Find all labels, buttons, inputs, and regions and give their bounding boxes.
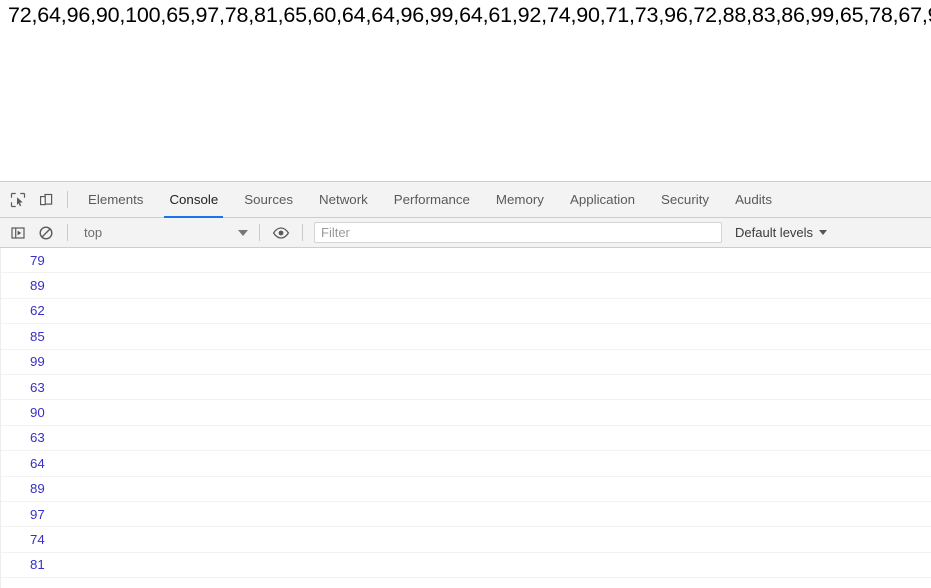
console-message-row: 85: [1, 324, 931, 350]
devtools-tabbar: Elements Console Sources Network Perform…: [0, 182, 931, 218]
console-toolbar-divider-2: [259, 224, 260, 241]
tab-security[interactable]: Security: [648, 182, 722, 218]
console-toolbar-divider-1: [67, 224, 68, 241]
tab-elements[interactable]: Elements: [75, 182, 156, 218]
live-expression-eye-icon[interactable]: [267, 219, 295, 247]
console-message-row: 74: [1, 527, 931, 553]
console-sidebar-icon[interactable]: [4, 219, 32, 247]
tab-label: Memory: [495, 192, 544, 207]
console-message-value: 62: [30, 303, 45, 319]
console-message-value: 90: [30, 405, 45, 421]
console-message-row: 63: [1, 375, 931, 401]
console-message-row: 99: [1, 350, 931, 375]
chevron-down-icon: [238, 229, 248, 236]
console-message-row: 79: [1, 248, 931, 274]
console-message-value: 89: [30, 278, 45, 294]
tab-label: Sources: [244, 192, 294, 207]
console-message-row: 81: [1, 553, 931, 579]
console-log-levels-label: Default levels: [735, 225, 814, 240]
console-message-row: 63: [1, 426, 931, 452]
tab-sources[interactable]: Sources: [231, 182, 306, 218]
tab-label: Application: [569, 192, 636, 207]
console-message-row: 90: [1, 400, 931, 426]
console-message-row: 89: [1, 273, 931, 299]
console-toolbar-divider-3: [302, 224, 303, 241]
console-log-levels-dropdown[interactable]: Default levels: [730, 222, 832, 244]
console-message-list[interactable]: 79 89 62 85 99 63 90 63 64 89 97 74 81: [0, 248, 931, 588]
page-number-sequence-text: 72,64,96,90,100,65,97,78,81,65,60,64,64,…: [8, 3, 931, 27]
console-message-value: 79: [30, 252, 45, 268]
console-message-row: 62: [1, 299, 931, 325]
tab-label: Security: [661, 192, 710, 207]
console-message-value: 63: [30, 430, 45, 446]
clear-console-icon[interactable]: [32, 219, 60, 247]
console-message-row: 89: [1, 477, 931, 502]
toolbar-divider: [67, 191, 68, 208]
tab-audits[interactable]: Audits: [722, 182, 785, 218]
device-toolbar-icon[interactable]: [32, 186, 60, 214]
tab-application[interactable]: Application: [557, 182, 648, 218]
tab-network[interactable]: Network: [306, 182, 381, 218]
console-message-value: 74: [30, 531, 45, 547]
chevron-down-icon: [819, 230, 828, 235]
console-filter-toolbar: top Default levels: [0, 218, 931, 248]
devtools-panel: Elements Console Sources Network Perform…: [0, 181, 931, 588]
console-message-value: 64: [30, 455, 45, 471]
tab-label: Audits: [735, 192, 773, 207]
tab-label: Elements: [88, 192, 144, 207]
inspect-element-icon[interactable]: [4, 186, 32, 214]
tab-performance[interactable]: Performance: [381, 182, 483, 218]
tab-label: Network: [319, 192, 368, 207]
console-context-label: top: [84, 225, 103, 240]
console-message-value: 63: [30, 379, 45, 395]
console-message-value: 89: [30, 481, 45, 497]
tab-label: Performance: [393, 192, 470, 207]
console-message-value: 81: [30, 557, 45, 573]
console-context-dropdown[interactable]: top: [77, 222, 252, 244]
console-message-row: 97: [1, 502, 931, 528]
console-message-value: 99: [30, 354, 45, 370]
console-filter-input[interactable]: [314, 222, 722, 243]
console-message-value: 97: [30, 506, 45, 522]
console-message-row: 64: [1, 451, 931, 477]
tab-memory[interactable]: Memory: [483, 182, 557, 218]
console-message-value: 85: [30, 328, 45, 344]
tab-console[interactable]: Console: [156, 182, 231, 218]
tab-label: Console: [169, 192, 219, 207]
web-page-viewport: 72,64,96,90,100,65,97,78,81,65,60,64,64,…: [0, 0, 931, 181]
